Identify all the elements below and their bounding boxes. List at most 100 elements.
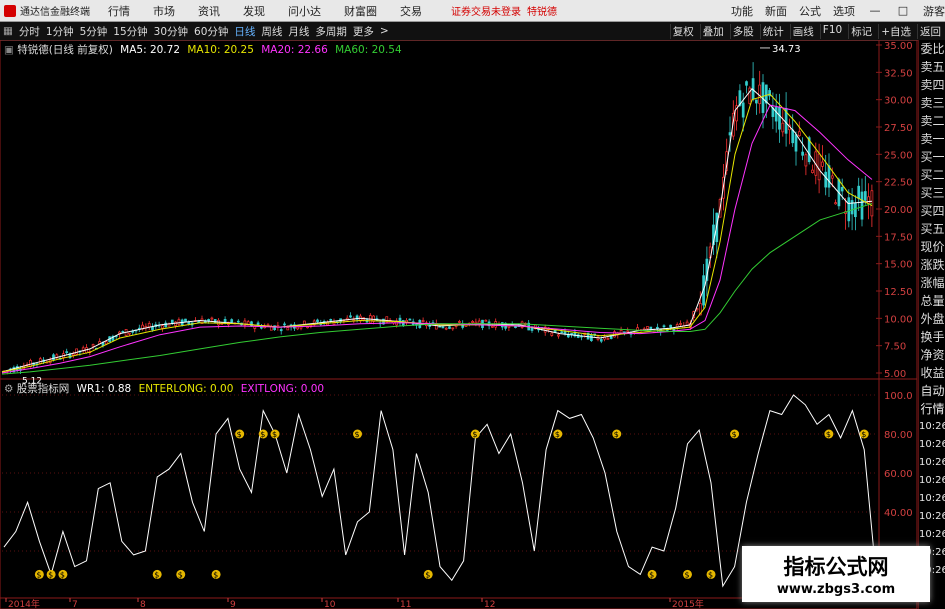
candle-body: [817, 153, 821, 181]
side-tab[interactable]: 卖五: [919, 58, 945, 76]
candle-body: [646, 326, 649, 330]
tool-statistics[interactable]: 统计: [759, 23, 786, 39]
signal-marker-glyph: $: [272, 430, 277, 439]
side-tab[interactable]: 涨幅: [919, 274, 945, 292]
side-tab[interactable]: 卖三: [919, 94, 945, 112]
candle-body: [177, 319, 181, 325]
candle-body: [857, 185, 861, 199]
tool-add-watchlist[interactable]: +自选: [878, 23, 913, 39]
main-y-tick-label: 15.00: [884, 260, 913, 271]
side-tab[interactable]: 10:26: [919, 508, 945, 526]
main-y-tick-label: 32.50: [884, 68, 913, 79]
tool-overlay[interactable]: 叠加: [699, 23, 726, 39]
candle-body: [507, 325, 511, 328]
side-tab[interactable]: 10:26: [919, 454, 945, 472]
menu-new-page[interactable]: 新面: [765, 3, 787, 19]
tool-adjust[interactable]: 复权: [669, 23, 696, 39]
menu-function[interactable]: 功能: [731, 3, 753, 19]
side-tab[interactable]: 自动: [919, 382, 945, 400]
candle-body: [306, 326, 309, 329]
side-tab[interactable]: 10:26: [919, 436, 945, 454]
main-y-tick-label: 17.50: [884, 232, 913, 243]
tool-draw-line[interactable]: 画线: [789, 23, 816, 39]
menu-news[interactable]: 资讯: [198, 3, 220, 19]
signal-marker-glyph: $: [614, 430, 619, 439]
side-tab[interactable]: 外盘: [919, 310, 945, 328]
period-30min[interactable]: 30分钟: [154, 24, 188, 39]
period-5min[interactable]: 5分钟: [80, 24, 108, 39]
side-tab[interactable]: 买一: [919, 148, 945, 166]
side-tab[interactable]: 卖二: [919, 112, 945, 130]
period-weekly[interactable]: 周线: [261, 24, 282, 39]
side-tab[interactable]: 买三: [919, 184, 945, 202]
tool-mark[interactable]: 标记: [848, 23, 874, 39]
candle-body: [797, 131, 801, 137]
menu-discover[interactable]: 发现: [243, 3, 265, 19]
side-tab[interactable]: 卖一: [919, 130, 945, 148]
menu-market-quotes[interactable]: 行情: [108, 3, 130, 19]
side-tab[interactable]: 10:26: [919, 472, 945, 490]
indicator-name: 股票指标网: [16, 383, 70, 395]
side-tab[interactable]: 10:26: [919, 490, 945, 508]
side-tab[interactable]: 收益: [919, 364, 945, 382]
candle-body: [626, 330, 630, 333]
side-tab[interactable]: 总量: [919, 292, 945, 310]
candle-body: [847, 197, 851, 222]
period-1min[interactable]: 1分钟: [46, 24, 74, 39]
x-tick-label: 2014年: [8, 598, 40, 609]
gear-icon[interactable]: ⚙: [4, 383, 13, 395]
candle-body: [778, 107, 781, 130]
period-timeshare[interactable]: 分时: [19, 24, 40, 39]
menu-formula[interactable]: 公式: [799, 3, 821, 19]
login-notice[interactable]: 证券交易未登录: [451, 3, 521, 18]
menu-ask[interactable]: 问小达: [288, 3, 321, 19]
maximize-icon[interactable]: □: [895, 4, 911, 17]
user-label[interactable]: 游客: [923, 3, 945, 19]
side-tab[interactable]: 换手: [919, 328, 945, 346]
app-logo-icon: [4, 4, 16, 17]
side-tab[interactable]: 涨跌: [919, 256, 945, 274]
side-tab[interactable]: 10:26: [919, 526, 945, 544]
period-daily[interactable]: 日线: [234, 24, 255, 39]
period-monthly[interactable]: 月线: [288, 24, 309, 39]
wr1-label: WR1: 0.88: [76, 383, 132, 395]
minimize-icon[interactable]: —: [867, 4, 883, 17]
tool-multi-stock[interactable]: 多股: [729, 23, 756, 39]
candle-body: [170, 319, 174, 324]
side-tab[interactable]: 买二: [919, 166, 945, 184]
side-tab[interactable]: 10:26: [919, 418, 945, 436]
period-60min[interactable]: 60分钟: [194, 24, 228, 39]
signal-marker-glyph: $: [260, 430, 265, 439]
side-tab[interactable]: 现价: [919, 238, 945, 256]
menu-options[interactable]: 选项: [833, 3, 855, 19]
side-tab[interactable]: 净资: [919, 346, 945, 364]
candle-body: [75, 348, 78, 355]
period-more[interactable]: 更多: [353, 24, 374, 39]
side-tab[interactable]: 买五: [919, 220, 945, 238]
period-15min[interactable]: 15分钟: [113, 24, 147, 39]
grid-icon[interactable]: ▦: [3, 25, 13, 37]
candle-body: [821, 161, 824, 167]
menu-trade[interactable]: 交易: [400, 3, 422, 19]
title-right-menus: 功能 新面 公式 选项 — □ 游客: [719, 3, 945, 19]
ma5-label: MA5: 20.72: [120, 44, 180, 56]
main-panel-border: [0, 40, 918, 380]
side-tab[interactable]: 行情: [919, 400, 945, 418]
expand-icon[interactable]: ▣: [4, 44, 14, 56]
kline-chart[interactable]: $ $ $ $ $ $ $ $ $ $ $ $ $ $ $ $ $ $ $ $ 35.00 32.50 30.00 27.5…: [0, 40, 918, 609]
menu-market[interactable]: 市场: [153, 3, 175, 19]
tool-f10[interactable]: F10: [819, 23, 844, 39]
period-multi[interactable]: 多周期: [315, 24, 347, 39]
side-tab[interactable]: 委比: [919, 40, 945, 58]
signal-marker-glyph: $: [708, 570, 713, 579]
main-y-tick-label: 27.50: [884, 123, 913, 134]
signal-marker-glyph: $: [649, 570, 654, 579]
main-y-tick-label: 12.50: [884, 287, 913, 298]
chevron-right-icon[interactable]: >: [380, 25, 389, 37]
side-tab[interactable]: 卖四: [919, 76, 945, 94]
candle-body: [441, 326, 445, 329]
menu-wealth[interactable]: 财富圈: [344, 3, 377, 19]
candle-body: [774, 107, 778, 122]
side-tab[interactable]: 买四: [919, 202, 945, 220]
tool-back[interactable]: 返回: [917, 23, 943, 39]
